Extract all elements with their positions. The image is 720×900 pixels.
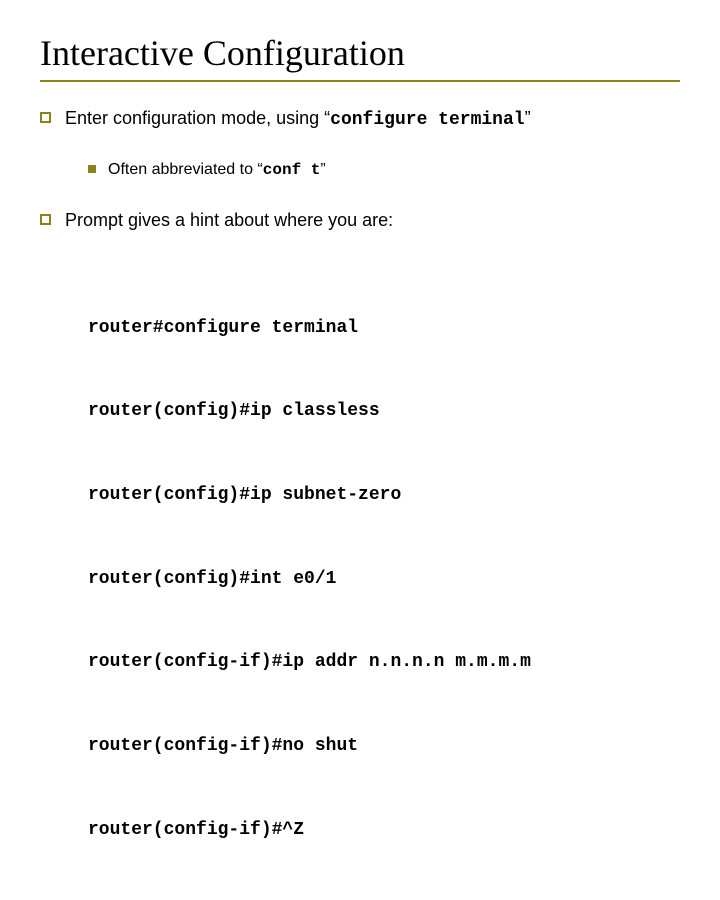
square-bullet-icon [40,214,51,225]
code-line: router(config)#ip subnet-zero [88,482,680,510]
square-bullet-icon [88,165,96,173]
text: ” [320,161,325,178]
bullet-item: Prompt gives a hint about where you are: [40,208,680,233]
inline-code: configure terminal [330,110,524,130]
bullet-text: Enter configuration mode, using “configu… [65,106,531,133]
sub-bullet-item: Often abbreviated to “conf t” [88,159,680,181]
bullet-item: Enter configuration mode, using “configu… [40,106,680,133]
code-line: router(config)#int e0/1 [88,566,680,594]
text: Enter configuration mode, using “ [65,108,330,128]
code-block: router#configure terminal router(config)… [88,259,680,900]
code-line: router#configure terminal [88,315,680,343]
code-line: router(config-if)#no shut [88,733,680,761]
inline-code: conf t [263,161,321,179]
bullet-text: Prompt gives a hint about where you are: [65,208,393,233]
code-line: router(config)#ip classless [88,398,680,426]
code-line: router(config-if)#ip addr n.n.n.n m.m.m.… [88,649,680,677]
title-underline [40,80,680,82]
slide: Interactive Configuration Enter configur… [0,0,720,540]
sub-bullet-text: Often abbreviated to “conf t” [108,159,326,181]
text: ” [525,108,531,128]
text: Often abbreviated to “ [108,161,263,178]
code-line: router(config-if)#^Z [88,817,680,845]
square-bullet-icon [40,112,51,123]
slide-title: Interactive Configuration [40,32,680,74]
